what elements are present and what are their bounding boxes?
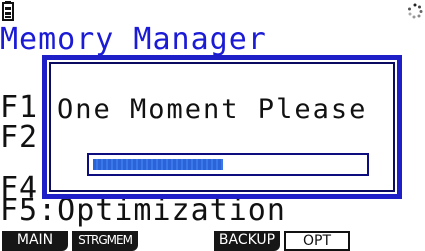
progress-dialog: One Moment Please [42,55,402,199]
fkey-backup[interactable]: BACKUP [214,231,280,251]
battery-icon [2,1,14,21]
menu-item-f1[interactable]: F1 [0,93,38,123]
calculator-screen: Memory Manager F1 F2 F4 F5:Optimization … [0,0,425,251]
status-bar [0,0,425,24]
fkey-main[interactable]: MAIN [2,231,68,251]
menu-item-f2[interactable]: F2 [0,123,38,153]
menu-item-optimization[interactable]: F5:Optimization [0,196,286,226]
progress-bar [87,153,369,176]
function-key-bar: MAIN STRGMEM BACKUP OPT [0,231,425,251]
progress-fill [93,159,223,170]
dialog-message: One Moment Please [57,94,368,125]
fkey-empty-6 [354,231,420,251]
fkey-empty-3 [142,231,208,251]
memory-manager-title: Memory Manager [0,22,267,57]
busy-icon [408,3,423,19]
fkey-strgmem[interactable]: STRGMEM [72,231,138,251]
fkey-opt[interactable]: OPT [284,231,350,251]
